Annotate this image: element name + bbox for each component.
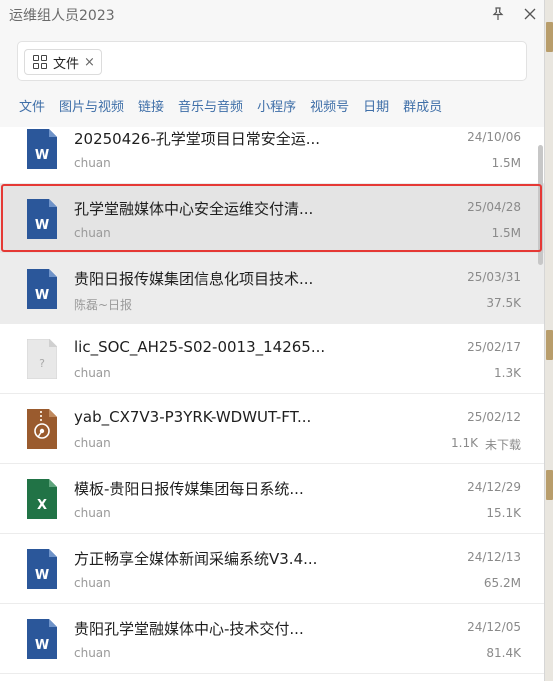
chat-files-window: 运维组人员2023 文件 × 文件 图片与视频 链接 音乐与音频 小程序 视频号… xyxy=(0,0,545,681)
file-sender: chuan xyxy=(74,576,111,590)
file-date: 24/12/29 xyxy=(467,480,521,494)
pin-icon[interactable] xyxy=(487,3,509,25)
word-file-icon: W xyxy=(27,129,57,169)
tab-channels[interactable]: 视频号 xyxy=(310,96,349,115)
filter-chip-files[interactable]: 文件 × xyxy=(24,49,102,75)
tab-images-videos[interactable]: 图片与视频 xyxy=(59,96,124,115)
file-row[interactable]: ? lic_SOC_AH25-S02-0013_14265... chuan 2… xyxy=(0,324,544,394)
tab-date[interactable]: 日期 xyxy=(363,96,389,115)
file-name: 模板-贵阳日报传媒集团每日系统... xyxy=(74,480,304,498)
background-thumbnail xyxy=(546,330,553,360)
file-sender: chuan xyxy=(74,226,111,240)
file-size: 81.4K xyxy=(486,646,521,660)
file-row[interactable]: W 贵阳孔学堂融媒体中心-技术交付... chuan 24/12/05 81.4… xyxy=(0,604,544,674)
background-app-edge xyxy=(545,0,553,681)
tab-group-members[interactable]: 群成员 xyxy=(403,96,442,115)
background-thumbnail xyxy=(546,470,553,500)
file-size: 15.1K xyxy=(486,506,521,520)
file-date: 25/02/12 xyxy=(467,410,521,424)
file-size: 1.5M xyxy=(491,156,521,170)
file-date: 25/04/28 xyxy=(467,200,521,214)
word-file-icon: W xyxy=(27,199,57,239)
svg-text:W: W xyxy=(35,638,49,653)
file-size: 37.5K xyxy=(486,296,521,310)
file-sender: chuan xyxy=(74,506,111,520)
grid-icon xyxy=(33,55,47,69)
file-date: 25/02/17 xyxy=(467,340,521,354)
file-date: 24/10/06 xyxy=(467,130,521,144)
file-sender: chuan xyxy=(74,646,111,660)
title-bar: 运维组人员2023 xyxy=(0,0,544,30)
close-icon[interactable] xyxy=(519,3,541,25)
word-file-icon: W xyxy=(27,269,57,309)
file-sender: 陈磊~日报 xyxy=(74,298,133,312)
svg-text:W: W xyxy=(35,288,49,303)
file-list: W 20250426-孔学堂项目日常安全运... chuan 24/10/06 … xyxy=(0,127,544,681)
download-status: 未下载 xyxy=(484,438,521,452)
svg-text:?: ? xyxy=(39,357,45,370)
file-size: 65.2M xyxy=(483,576,521,590)
file-size: 1.1K xyxy=(451,436,478,450)
file-size: 1.3K xyxy=(494,366,521,380)
file-sender: chuan xyxy=(74,156,111,170)
window-title: 运维组人员2023 xyxy=(9,8,115,24)
archive-file-icon xyxy=(27,409,57,449)
file-name: yab_CX7V3-P3YRK-WDWUT-FT... xyxy=(74,408,312,426)
filter-chip-label: 文件 xyxy=(53,56,80,72)
svg-text:X: X xyxy=(37,498,47,513)
file-date: 24/12/05 xyxy=(467,620,521,634)
file-row[interactable]: W 孔学堂融媒体中心安全运维交付清... chuan 25/04/28 1.5M xyxy=(0,184,544,254)
file-name: 贵阳孔学堂融媒体中心-技术交付... xyxy=(74,620,304,638)
file-row[interactable]: W 方正畅享全媒体新闻采编系统V3.4... chuan 24/12/13 65… xyxy=(0,534,544,604)
search-input[interactable]: 文件 × xyxy=(17,41,527,81)
category-tabs: 文件 图片与视频 链接 音乐与音频 小程序 视频号 日期 群成员 xyxy=(19,96,456,115)
tab-files[interactable]: 文件 xyxy=(19,96,45,115)
svg-text:W: W xyxy=(35,148,49,163)
file-row[interactable]: X 模板-贵阳日报传媒集团每日系统... chuan 24/12/29 15.1… xyxy=(0,464,544,534)
background-thumbnail xyxy=(546,22,553,52)
file-name: 20250426-孔学堂项目日常安全运... xyxy=(74,130,321,148)
remove-filter-icon[interactable]: × xyxy=(84,56,95,69)
file-name: 孔学堂融媒体中心安全运维交付清... xyxy=(74,200,314,218)
file-size: 1.5M xyxy=(491,226,521,240)
svg-text:W: W xyxy=(35,218,49,233)
file-row[interactable]: W 贵阳日报传媒集团信息化项目技术... 陈磊~日报 25/03/31 37.5… xyxy=(0,254,544,324)
file-sender: chuan xyxy=(74,366,111,380)
word-file-icon: W xyxy=(27,549,57,589)
svg-text:W: W xyxy=(35,568,49,583)
excel-file-icon: X xyxy=(27,479,57,519)
tab-links[interactable]: 链接 xyxy=(138,96,164,115)
unknown-file-icon: ? xyxy=(27,339,57,379)
file-row[interactable]: yab_CX7V3-P3YRK-WDWUT-FT... chuan 25/02/… xyxy=(0,394,544,464)
file-name: lic_SOC_AH25-S02-0013_14265... xyxy=(74,338,326,356)
tab-mini-programs[interactable]: 小程序 xyxy=(257,96,296,115)
file-sender: chuan xyxy=(74,436,111,450)
list-scrollbar[interactable] xyxy=(538,145,543,265)
word-file-icon: W xyxy=(27,619,57,659)
file-date: 24/12/13 xyxy=(467,550,521,564)
file-row[interactable]: W 20250426-孔学堂项目日常安全运... chuan 24/10/06 … xyxy=(0,127,544,184)
file-name: 方正畅享全媒体新闻采编系统V3.4... xyxy=(74,550,318,568)
tab-music-audio[interactable]: 音乐与音频 xyxy=(178,96,243,115)
file-date: 25/03/31 xyxy=(467,270,521,284)
file-name: 贵阳日报传媒集团信息化项目技术... xyxy=(74,270,314,288)
